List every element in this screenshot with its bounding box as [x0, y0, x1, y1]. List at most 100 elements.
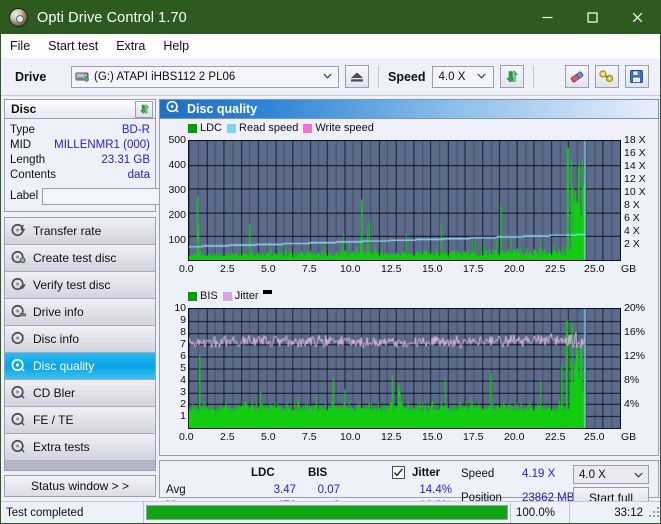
page-title: Disc quality [187, 102, 258, 116]
right-panel: Disc quality LDC Read speed Write speed … [159, 96, 660, 523]
menu-file[interactable]: File [10, 37, 40, 55]
disc-label-row: Label [10, 186, 250, 206]
resize-grip[interactable] [648, 506, 660, 520]
jitter-checkbox[interactable] [392, 466, 405, 479]
legend-bottom: BIS Jitter [160, 289, 658, 303]
disc-value: MILLENMR1 (000) [54, 139, 150, 151]
legend-item-ldc: LDC [188, 122, 222, 134]
drive-select[interactable]: (G:) ATAPI iHBS112 2 PL06 [71, 65, 339, 88]
x-axis-unit: GB [621, 431, 637, 443]
status-message: Test completed [1, 501, 144, 523]
stats-row-label: Avg [166, 484, 186, 496]
top-chart: 500 400 300 200 100 18 X 16 X 14 X 12 X … [160, 135, 658, 287]
disc-drive-icon [11, 304, 26, 321]
save-button[interactable] [624, 65, 649, 88]
title-bar: Opti Drive Control 1.70 [1, 1, 660, 34]
legend-item-jitter: Jitter [222, 290, 259, 302]
x-tick-label: 25.0 [584, 431, 605, 443]
y-tick-label: 7 [180, 338, 186, 350]
sidebar-item-label: FE / TE [33, 413, 74, 427]
test-speed-select[interactable]: 4.0 X [573, 465, 649, 484]
x-tick-label: 2.5 [220, 431, 235, 443]
disc-value: data [127, 169, 150, 181]
disc-fete-icon [11, 412, 26, 429]
disc-panel-header: Disc [4, 99, 156, 119]
disc-key: Length [10, 154, 46, 166]
disc-value: 23.31 GB [101, 154, 150, 166]
sidebar-item-fe-te[interactable]: FE / TE [5, 407, 155, 434]
y2-tick-label: 12% [624, 350, 646, 362]
drive-label: Drive [15, 69, 47, 84]
disc-row-type: Type BD-R [10, 123, 150, 138]
y2-tick-label: 4% [624, 398, 640, 410]
bottom-chart-canvas [189, 309, 620, 428]
legend-swatch [188, 291, 197, 301]
chevron-down-icon [630, 470, 646, 480]
y-tick-label: 500 [168, 134, 186, 146]
disc-panel-title: Disc [11, 102, 37, 116]
disc-key: Type [10, 124, 35, 136]
sidebar-item-label: Disc info [33, 332, 80, 346]
legend-label: Write speed [315, 122, 374, 134]
y2-tick-label: 6 X [624, 212, 640, 224]
left-panel: Disc Type BD-R MID MILLENMR1 (000) Lengt… [1, 96, 250, 501]
sidebar-item-drive-info[interactable]: Drive info [5, 299, 155, 326]
legend-swatch [222, 291, 232, 301]
eject-button[interactable] [345, 65, 369, 88]
toolbar-separator [378, 65, 379, 88]
toolbar: Drive (G:) ATAPI iHBS112 2 PL06 Speed 4.… [1, 58, 660, 96]
y-tick-label: 6 [180, 350, 186, 362]
window-title: Opti Drive Control 1.70 [37, 9, 187, 26]
sidebar-item-cd-bler[interactable]: CD Bler [5, 380, 155, 407]
y-tick-label: 10 [174, 302, 186, 314]
legend-top: LDC Read speed Write speed [160, 121, 658, 135]
menu-extra[interactable]: Extra [116, 37, 155, 55]
legend-item-bis: BIS [188, 290, 218, 302]
speed-label: Speed [388, 69, 426, 84]
sidebar-item-verify-test-disc[interactable]: Verify test disc [5, 272, 155, 299]
content-header: Disc quality [159, 99, 659, 118]
disc-create-icon [11, 250, 26, 267]
disc-icon [9, 8, 28, 27]
top-chart-canvas [189, 141, 620, 260]
disc-verify-icon [11, 277, 26, 294]
x-tick-label: 7.5 [302, 431, 317, 443]
sidebar-item-disc-info[interactable]: Disc info [5, 326, 155, 353]
y-tick-label: 5 [180, 362, 186, 374]
toolbar-separator [532, 65, 534, 88]
x-tick-label: 2.5 [220, 263, 235, 275]
progress-percent: 100.0% [510, 501, 570, 523]
menu-bar: File Start test Extra Help [1, 34, 660, 58]
legend-swatch [227, 123, 237, 133]
stats-avg-bis: 0.07 [317, 484, 340, 496]
sidebar-item-create-test-disc[interactable]: Create test disc [5, 245, 155, 272]
minimize-button[interactable] [525, 1, 570, 34]
disc-transfer-icon [11, 223, 26, 240]
chevron-down-icon [473, 72, 491, 81]
sidebar-item-extra-tests[interactable]: Extra tests [5, 434, 155, 461]
application-window: Opti Drive Control 1.70 File Start test … [0, 0, 661, 524]
sidebar-item-label: Drive info [33, 305, 84, 319]
y2-tick-label: 4 X [624, 225, 640, 237]
menu-start-test[interactable]: Start test [48, 37, 108, 55]
tools-button[interactable] [594, 65, 619, 88]
sidebar-item-label: Transfer rate [33, 224, 102, 238]
speed-select[interactable]: 4.0 X [431, 65, 494, 88]
y2-tick-label: 2 X [624, 238, 640, 250]
sidebar-item-transfer-rate[interactable]: Transfer rate [5, 218, 155, 245]
refresh-button[interactable] [499, 65, 524, 88]
y2-tick-label: 10 X [624, 186, 646, 198]
disc-refresh-button[interactable] [135, 100, 153, 118]
status-window-button[interactable]: Status window > > [4, 475, 156, 497]
menu-help[interactable]: Help [163, 37, 199, 55]
sidebar-item-disc-quality[interactable]: Disc quality [5, 353, 155, 380]
x-tick-label: 25.0 [584, 263, 605, 275]
sidebar-item-label: Verify test disc [33, 278, 111, 292]
erase-button[interactable] [564, 65, 589, 88]
legend-item-read-speed: Read speed [227, 122, 298, 134]
charts-container: LDC Read speed Write speed 500 400 300 2… [159, 118, 659, 456]
maximize-button[interactable] [570, 1, 615, 34]
legend-marker [263, 290, 272, 294]
legend-label: Jitter [234, 290, 259, 302]
close-button[interactable] [615, 1, 660, 34]
